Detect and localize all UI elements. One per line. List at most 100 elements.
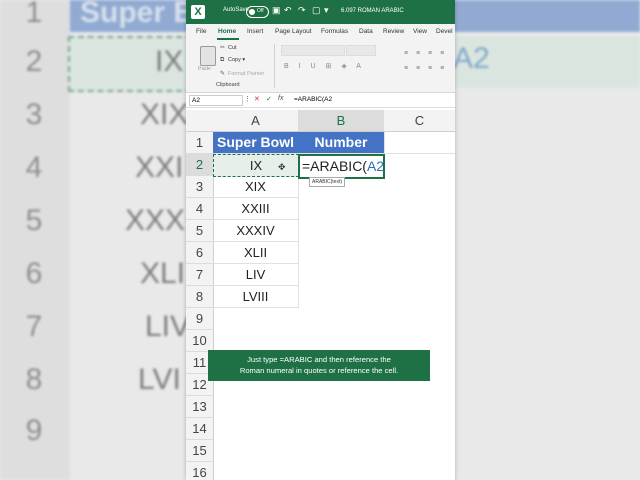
tab-view[interactable]: View xyxy=(413,28,427,35)
row-header[interactable]: 16 xyxy=(186,462,214,480)
title-bar: X AutoSave Off ▣ ↶ ↷ ▢ ▾ 6.097 ROMAN ARA… xyxy=(186,0,455,24)
bg-right-cell: A2 xyxy=(453,36,640,88)
table-cell[interactable] xyxy=(384,132,455,154)
copy-icon: ⧉ xyxy=(220,57,225,63)
brush-icon: ✎ xyxy=(220,71,226,77)
insert-function-icon[interactable]: fx xyxy=(278,95,283,102)
bg-row-number: 4 xyxy=(25,151,43,184)
toggle-state: Off xyxy=(257,8,264,14)
bg-row-number: 3 xyxy=(25,98,43,131)
row-header[interactable]: 2 xyxy=(186,154,214,176)
cut-button[interactable]: ✂ Cut xyxy=(220,44,237,51)
select-all-corner[interactable] xyxy=(186,110,214,132)
font-format-buttons[interactable]: B I U ⊞ ◈ A xyxy=(284,62,365,70)
instruction-caption: Just type =ARABIC and then reference the… xyxy=(208,350,430,381)
row-header[interactable]: 14 xyxy=(186,418,214,440)
bg-row-number: 8 xyxy=(25,363,43,396)
header-cell-number[interactable]: Number xyxy=(298,132,385,154)
alignment-buttons[interactable]: ≡ ≡ ≡ ≡ ≡ ≡ ≡ ≡ xyxy=(404,46,454,76)
excel-window: X AutoSave Off ▣ ↶ ↷ ▢ ▾ 6.097 ROMAN ARA… xyxy=(186,0,455,480)
format-painter-label: Format Painter xyxy=(228,71,265,77)
function-tooltip[interactable]: ARABIC(text) xyxy=(309,177,346,187)
undo-icon[interactable]: ↶ xyxy=(284,5,292,16)
bg-value: XIX xyxy=(140,98,189,131)
row-header[interactable]: 9 xyxy=(186,308,214,330)
bg-value: LVI xyxy=(138,363,181,396)
toggle-knob xyxy=(249,9,255,15)
row-header[interactable]: 4 xyxy=(186,198,214,220)
font-name-select[interactable] xyxy=(281,45,345,56)
column-header-c[interactable]: C xyxy=(384,110,455,132)
bg-row-number: 7 xyxy=(25,310,43,343)
cell-a2[interactable]: IX xyxy=(213,154,299,177)
format-painter-button[interactable]: ✎ Format Painter xyxy=(220,70,264,77)
row-header[interactable]: 1 xyxy=(186,132,214,154)
formula-reference: A2 xyxy=(366,158,385,174)
ribbon-tabs: File Home Insert Page Layout Formulas Da… xyxy=(186,24,455,40)
clipboard-icon xyxy=(200,46,216,66)
formula-prefix: =ARABIC( xyxy=(302,158,367,174)
caption-line: Roman numeral in quotes or reference the… xyxy=(239,366,399,375)
copy-button[interactable]: ⧉ Copy ▾ xyxy=(220,57,245,64)
enter-icon[interactable]: ✓ xyxy=(266,95,272,103)
column-header-b[interactable]: B xyxy=(298,110,385,132)
row-header[interactable]: 15 xyxy=(186,440,214,462)
table-cell[interactable]: LVIII xyxy=(213,286,299,308)
bg-row-number: 9 xyxy=(25,414,43,447)
tab-insert[interactable]: Insert xyxy=(247,28,263,35)
table-cell[interactable]: XIX xyxy=(213,176,299,198)
row-header[interactable]: 13 xyxy=(186,396,214,418)
formula-bar: A2 ⋮ ✕ ✓ fx =ARABIC(A2 xyxy=(186,93,455,108)
table-cell[interactable]: XXIII xyxy=(213,198,299,220)
bg-title: Super B xyxy=(80,0,196,29)
more-icon: ⋮ xyxy=(244,96,251,103)
paste-label: Paste xyxy=(198,66,211,72)
table-cell[interactable]: XXXIV xyxy=(213,220,299,242)
row-header[interactable]: 8 xyxy=(186,286,214,308)
caption-line: Just type =ARABIC and then reference the xyxy=(247,355,391,364)
save-icon[interactable]: ▣ xyxy=(272,5,281,16)
tab-data[interactable]: Data xyxy=(359,28,373,35)
column-header-a[interactable]: A xyxy=(213,110,299,132)
tab-developer[interactable]: Devel xyxy=(436,28,453,35)
cell-cursor-icon: ✥ xyxy=(278,162,286,172)
tab-review[interactable]: Review xyxy=(383,28,404,35)
row-header[interactable]: 10 xyxy=(186,330,214,352)
copy-label: Copy xyxy=(228,57,241,63)
bg-value: XXX xyxy=(125,204,186,237)
cancel-icon[interactable]: ✕ xyxy=(254,95,260,103)
bg-row-number: 1 xyxy=(25,0,43,29)
group-separator xyxy=(274,44,275,88)
row-header[interactable]: 3 xyxy=(186,176,214,198)
table-cell[interactable]: LIV xyxy=(213,264,299,286)
autosave-toggle[interactable]: Off xyxy=(246,6,269,18)
bg-value: XLI xyxy=(140,257,186,290)
bg-value: LIV xyxy=(145,310,191,343)
row-header[interactable]: 6 xyxy=(186,242,214,264)
tab-file[interactable]: File xyxy=(196,28,206,35)
formula-input[interactable]: =ARABIC(A2 xyxy=(294,96,332,103)
sheet-grid: A B C 1 2 3 4 5 6 7 8 9 10 11 12 13 14 1… xyxy=(186,110,455,480)
paste-button[interactable]: Paste xyxy=(196,44,218,72)
quick-access-icon[interactable]: ▢ xyxy=(312,5,321,16)
bg-value: XXI xyxy=(135,151,184,184)
customize-chevron-icon[interactable]: ▾ xyxy=(324,5,329,16)
bg-row-number: 6 xyxy=(25,257,43,290)
tab-page-layout[interactable]: Page Layout xyxy=(275,28,312,35)
tab-formulas[interactable]: Formulas xyxy=(321,28,348,35)
tab-home[interactable]: Home xyxy=(218,28,236,35)
excel-logo-icon: X xyxy=(191,5,205,19)
font-size-select[interactable] xyxy=(346,45,376,56)
ribbon-home: Paste ✂ Cut ⧉ Copy ▾ ✎ Format Painter Clipb… xyxy=(186,40,455,93)
bg-row-number: 5 xyxy=(25,204,43,237)
bg-row-number: 2 xyxy=(25,45,43,78)
header-cell-super-bowl[interactable]: Super Bowl xyxy=(213,132,299,154)
row-header[interactable]: 7 xyxy=(186,264,214,286)
redo-icon[interactable]: ↷ xyxy=(298,5,306,16)
cell-b2-editing[interactable]: =ARABIC(A2 xyxy=(298,154,385,179)
document-title[interactable]: 6.097 ROMAN ARABIC xyxy=(341,8,404,14)
name-box[interactable]: A2 xyxy=(189,95,243,106)
row-header[interactable]: 5 xyxy=(186,220,214,242)
bg-value: IX xyxy=(155,45,184,78)
table-cell[interactable]: XLII xyxy=(213,242,299,264)
